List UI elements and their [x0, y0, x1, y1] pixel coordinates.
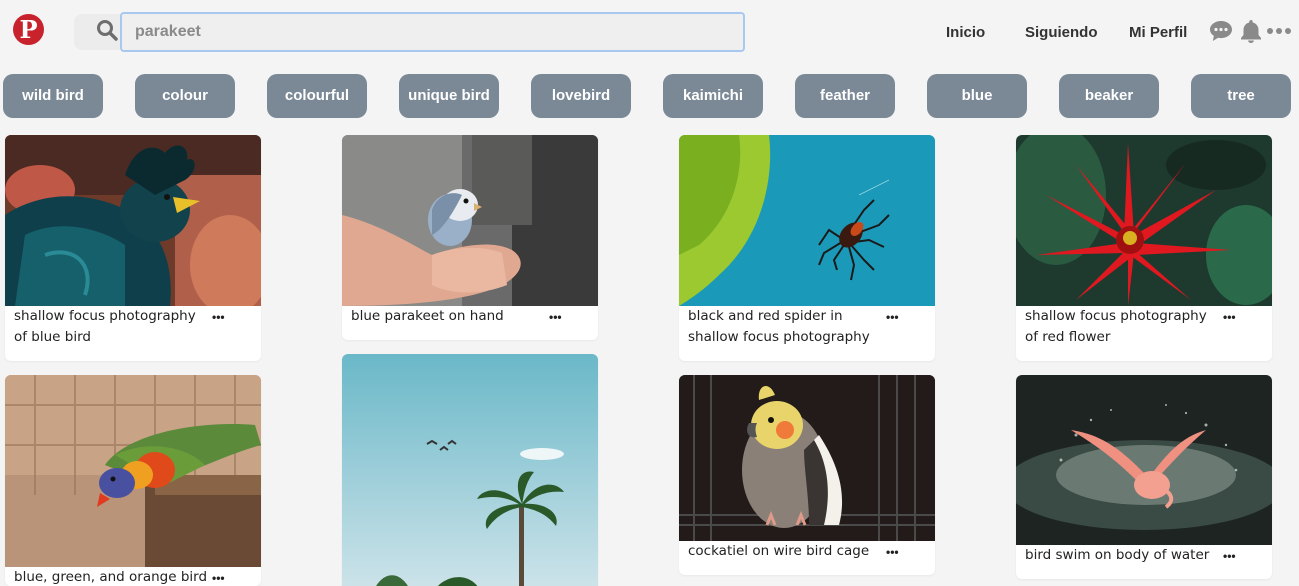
pin-image[interactable]: [1016, 375, 1272, 545]
pin-caption: blue parakeet on hand: [351, 308, 504, 324]
chip-colourful[interactable]: colourful: [267, 74, 367, 118]
chip-kaimichi[interactable]: kaimichi: [663, 74, 763, 118]
pin-caption: black and red spider in shallow focus ph…: [688, 308, 870, 345]
pin-image[interactable]: [1016, 135, 1272, 306]
pin-more-button[interactable]: •••: [886, 310, 899, 324]
pin-caption: blue, green, and orange bird: [14, 569, 208, 585]
search-icon[interactable]: [96, 19, 118, 41]
pin-card[interactable]: [342, 354, 598, 586]
more-icon[interactable]: [1266, 18, 1292, 44]
chip-wild-bird[interactable]: wild bird: [3, 74, 103, 118]
chip-colour[interactable]: colour: [135, 74, 235, 118]
pin-image[interactable]: [679, 135, 935, 306]
pin-caption: shallow focus photography of red flower: [1025, 308, 1207, 345]
pin-caption: cockatiel on wire bird cage: [688, 543, 870, 559]
pin-more-button[interactable]: •••: [1223, 310, 1236, 324]
chip-unique-bird[interactable]: unique bird: [399, 74, 499, 118]
pin-card[interactable]: blue, green, and orange bird •••: [5, 375, 261, 586]
pin-card[interactable]: cockatiel on wire bird cage •••: [679, 375, 935, 575]
chip-lovebird[interactable]: lovebird: [531, 74, 631, 118]
chip-feather[interactable]: feather: [795, 74, 895, 118]
pin-image[interactable]: [342, 135, 598, 306]
pin-more-button[interactable]: •••: [886, 545, 899, 559]
chat-icon[interactable]: [1208, 18, 1234, 44]
pin-card[interactable]: shallow focus photography of red flower …: [1016, 135, 1272, 361]
pin-image[interactable]: [5, 135, 261, 306]
pin-caption: shallow focus photography of blue bird: [14, 308, 196, 345]
pin-card[interactable]: black and red spider in shallow focus ph…: [679, 135, 935, 361]
pin-more-button[interactable]: •••: [212, 310, 225, 324]
pinterest-logo[interactable]: P: [13, 14, 44, 45]
pin-image[interactable]: [5, 375, 261, 567]
pin-card[interactable]: shallow focus photography of blue bird •…: [5, 135, 261, 361]
nav-home-link[interactable]: Inicio: [946, 24, 985, 41]
related-search-chips: wild bird colour colourful unique bird l…: [0, 74, 1299, 118]
pin-card[interactable]: blue parakeet on hand •••: [342, 135, 598, 340]
pin-caption: bird swim on body of water: [1025, 547, 1210, 563]
pin-image[interactable]: [679, 375, 935, 541]
pin-image[interactable]: [342, 354, 598, 586]
logo-letter: P: [19, 15, 38, 44]
search-input[interactable]: [120, 12, 745, 52]
bell-icon[interactable]: [1238, 18, 1264, 44]
chip-blue[interactable]: blue: [927, 74, 1027, 118]
chip-beaker[interactable]: beaker: [1059, 74, 1159, 118]
chip-tree[interactable]: tree: [1191, 74, 1291, 118]
pin-more-button[interactable]: •••: [212, 571, 225, 585]
pin-card[interactable]: bird swim on body of water •••: [1016, 375, 1272, 579]
nav-following-link[interactable]: Siguiendo: [1025, 24, 1098, 41]
pin-more-button[interactable]: •••: [1223, 549, 1236, 563]
top-header: P Inicio Siguiendo Mi Perfil: [0, 0, 1299, 64]
pin-more-button[interactable]: •••: [549, 310, 562, 324]
nav-profile-link[interactable]: Mi Perfil: [1129, 24, 1187, 41]
